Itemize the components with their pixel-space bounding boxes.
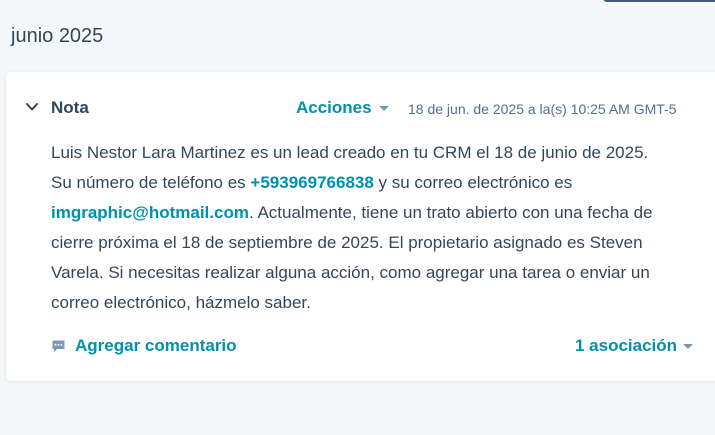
note-timestamp: 18 de jun. de 2025 a la(s) 10:25 AM GMT-…: [408, 101, 677, 117]
note-body-text: y su correo electrónico es: [373, 173, 573, 192]
associations-dropdown-button[interactable]: 1 asociación: [575, 336, 694, 356]
associations-label: 1 asociación: [575, 336, 678, 355]
note-body: Luis Nestor Lara Martinez es un lead cre…: [51, 138, 661, 318]
actions-dropdown-button[interactable]: Acciones: [296, 98, 389, 118]
add-comment-label: Agregar comentario: [75, 336, 237, 355]
note-title: Nota: [51, 98, 89, 117]
phone-link[interactable]: +593969766838: [250, 173, 373, 192]
email-link[interactable]: imgraphic@hotmail.com: [51, 203, 249, 222]
comment-icon: [51, 339, 66, 354]
note-header: Nota Acciones 18 de jun. de 2025 a la(s)…: [6, 72, 706, 144]
note-card: Nota Acciones 18 de jun. de 2025 a la(s)…: [6, 72, 715, 381]
chevron-down-icon[interactable]: [24, 99, 40, 115]
add-comment-button[interactable]: Agregar comentario: [51, 336, 237, 356]
caret-down-icon: [683, 343, 694, 349]
month-header: junio 2025: [11, 25, 104, 47]
actions-label: Acciones: [296, 98, 372, 117]
top-tab-edge: [603, 0, 715, 2]
caret-down-icon: [378, 105, 389, 111]
